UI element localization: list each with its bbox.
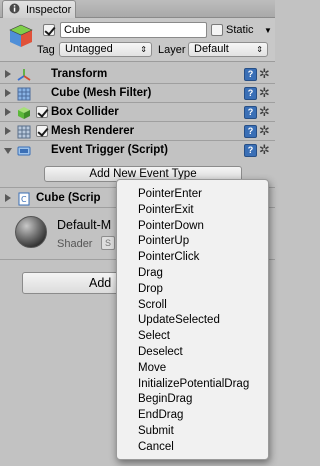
help-icon[interactable]: ? [244,144,257,157]
enabled-checkbox[interactable] [36,106,48,118]
component-event-trigger[interactable]: Event Trigger (Script) ? ✲ [0,141,275,160]
component-mesh-renderer[interactable]: Mesh Renderer ? ✲ [0,122,275,141]
tab-inspector[interactable]: Inspector [2,0,76,18]
svg-text:C: C [21,195,27,204]
name-field[interactable]: Cube [60,22,207,38]
menu-item[interactable]: EndDrag [138,409,183,422]
menu-item[interactable]: Deselect [138,346,183,359]
tab-bar: Inspector [0,0,275,18]
enabled-checkbox[interactable] [36,125,48,137]
info-icon [9,3,20,14]
menu-item[interactable]: Move [138,362,166,375]
static-label: Static [226,24,254,36]
component-mesh-filter[interactable]: Cube (Mesh Filter) ? ✲ [0,84,275,103]
foldout-arrow-icon[interactable] [5,108,11,116]
add-component-label: Add [89,276,112,290]
menu-item[interactable]: Submit [138,425,174,438]
box-collider-icon [18,107,30,119]
dropdown-arrows-icon: ⇕ [256,45,263,54]
gameobject-header: Cube Static ▼ Tag Untagged ⇕ Layer Defau… [0,18,275,62]
event-trigger-icon [17,146,31,156]
foldout-open-arrow-icon[interactable] [4,148,12,154]
component-title: Cube (Scrip [36,192,101,204]
gear-icon[interactable]: ✲ [259,105,270,119]
menu-item[interactable]: Scroll [138,299,167,312]
component-title: Mesh Renderer [51,125,135,137]
shader-label: Shader [57,238,93,250]
static-checkbox[interactable] [211,24,223,36]
menu-item[interactable]: InitializePotentialDrag [138,378,249,391]
menu-item[interactable]: BeginDrag [138,393,192,406]
menu-item[interactable]: Select [138,330,170,343]
mesh-filter-icon [17,87,31,101]
foldout-arrow-icon[interactable] [5,194,11,202]
event-type-menu: PointerEnter PointerExit PointerDown Pointe… [116,179,269,460]
gear-icon[interactable]: ✲ [259,143,270,157]
help-icon[interactable]: ? [244,106,257,119]
layer-value: Default [194,43,229,55]
static-dropdown-arrow-icon[interactable]: ▼ [264,26,272,35]
component-box-collider[interactable]: Box Collider ? ✲ [0,103,275,122]
shader-dropdown[interactable]: S [101,236,115,250]
menu-item[interactable]: PointerClick [138,251,199,264]
component-title: Transform [51,68,108,80]
menu-item[interactable]: Drop [138,283,163,296]
help-icon[interactable]: ? [244,125,257,138]
menu-item[interactable]: PointerExit [138,204,194,217]
component-title: Cube (Mesh Filter) [51,87,152,99]
transform-icon [17,69,31,81]
component-title: Box Collider [51,106,119,118]
menu-item[interactable]: UpdateSelected [138,314,220,327]
tag-label: Tag [37,44,55,56]
mesh-renderer-icon [17,125,31,139]
component-transform[interactable]: Transform ? ✲ [0,65,275,84]
dropdown-arrows-icon: ⇕ [140,45,147,54]
gameobject-cube-icon [9,24,33,47]
help-icon[interactable]: ? [244,68,257,81]
layer-dropdown[interactable]: Default ⇕ [188,42,268,57]
tag-dropdown[interactable]: Untagged ⇕ [59,42,152,57]
menu-item[interactable]: Drag [138,267,163,280]
help-icon[interactable]: ? [244,87,257,100]
tag-value: Untagged [65,43,113,55]
script-icon: C [18,192,30,206]
menu-item[interactable]: PointerUp [138,235,189,248]
foldout-arrow-icon[interactable] [5,70,11,78]
gear-icon[interactable]: ✲ [259,86,270,100]
menu-item[interactable]: Cancel [138,441,174,454]
menu-item[interactable]: PointerEnter [138,188,202,201]
foldout-arrow-icon[interactable] [5,127,11,135]
layer-label: Layer [158,44,186,56]
tab-label: Inspector [26,4,72,16]
active-checkbox[interactable] [43,24,55,36]
foldout-arrow-icon[interactable] [5,89,11,97]
material-preview-sphere [15,216,47,248]
gear-icon[interactable]: ✲ [259,67,270,81]
gear-icon[interactable]: ✲ [259,124,270,138]
component-title: Event Trigger (Script) [51,144,168,156]
menu-item[interactable]: PointerDown [138,220,204,233]
material-name: Default-M [57,218,112,232]
